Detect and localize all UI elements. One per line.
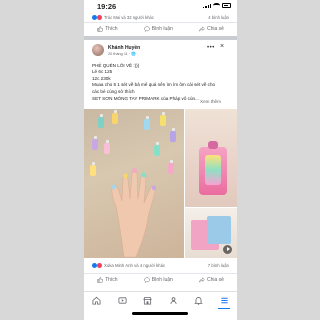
polish-bottle <box>90 162 96 176</box>
share-icon <box>199 26 205 32</box>
phone-screen: 19:26 Trúc Mai và 32 người khác 4 bình l… <box>84 0 237 320</box>
signal-icon <box>203 3 211 8</box>
post-photo-main[interactable] <box>84 109 184 258</box>
comment-button[interactable]: Bình luận <box>143 277 173 283</box>
post-meta: 20 tháng 11 · 🌐 <box>108 52 136 56</box>
nav-home[interactable] <box>90 293 104 307</box>
see-more-link[interactable]: Xem thêm <box>200 99 221 105</box>
post-line: các bé cùng sở thích <box>92 88 135 94</box>
prev-reactions-text: Trúc Mai và 32 người khác <box>104 15 154 20</box>
prev-post-actions: Thích Bình luận Chia sẻ <box>84 22 237 35</box>
polish-bottle <box>92 136 98 150</box>
like-label: Thích <box>105 277 118 283</box>
nav-marketplace[interactable] <box>141 293 155 307</box>
share-label: Chia sẻ <box>206 277 224 283</box>
prev-like-button[interactable]: Thích <box>97 26 118 32</box>
share-icon <box>199 277 205 283</box>
status-time: 19:26 <box>97 2 117 11</box>
battery-icon <box>222 3 231 8</box>
groups-icon <box>170 296 177 304</box>
pack-hook <box>208 141 218 149</box>
polish-bottle <box>104 140 110 154</box>
prev-comment-button[interactable]: Bình luận <box>143 26 173 32</box>
prev-share-button[interactable]: Chia sẻ <box>199 26 224 32</box>
product-card <box>207 216 231 244</box>
wifi-icon <box>213 3 220 8</box>
nav-notifications[interactable] <box>192 293 206 307</box>
comment-icon <box>143 277 150 283</box>
thumbs-up-icon <box>97 26 104 32</box>
post-reactions[interactable]: Xuka Minh Anh và 4 người khác 7 bình luậ… <box>84 259 237 272</box>
love-reaction-icon <box>97 263 102 268</box>
nav-groups[interactable] <box>166 293 180 307</box>
polish-bottle <box>160 112 166 126</box>
menu-icon <box>221 297 228 303</box>
polish-bottle <box>154 142 160 156</box>
product-pack <box>199 141 227 195</box>
post-photo-bottom-right[interactable] <box>185 208 237 258</box>
play-icon[interactable] <box>223 245 232 254</box>
nav-watch[interactable] <box>115 293 129 307</box>
home-icon <box>92 296 101 305</box>
close-icon[interactable]: × <box>220 43 224 50</box>
marketplace-icon <box>143 296 152 305</box>
hand-illustration <box>111 167 156 257</box>
comment-label: Bình luận <box>151 277 173 283</box>
polish-bottle <box>98 114 104 128</box>
love-reaction-icon <box>97 15 102 20</box>
post-body: PHẺ QUÉN LÕI VÊ :))) Lẻ 6c 125 12c 230k … <box>92 63 232 105</box>
thumbs-up-icon <box>97 277 104 283</box>
post-line: Muaa cho 5 1 sét về bả mê quá nên ìm ìm … <box>92 82 216 88</box>
prev-like-label: Thích <box>105 26 118 32</box>
polish-bottle <box>170 128 176 142</box>
watch-icon <box>118 296 127 304</box>
prev-post-reactions[interactable]: Trúc Mai và 32 người khác 4 bình luận <box>84 13 237 22</box>
prev-share-label: Chia sẻ <box>206 26 224 32</box>
comments-count[interactable]: 7 bình luận <box>208 263 229 268</box>
pack-contents <box>205 155 221 185</box>
comment-icon <box>143 26 150 32</box>
post-photo-top-right[interactable] <box>185 109 237 207</box>
like-button[interactable]: Thích <box>97 277 118 283</box>
reactions-text: Xuka Minh Anh và 4 người khác <box>104 263 166 268</box>
prev-reactions-left: Trúc Mai và 32 người khác <box>92 15 154 20</box>
home-indicator <box>132 312 188 315</box>
prev-comments-count[interactable]: 4 bình luận <box>208 15 229 20</box>
post-actions: Thích Bình luận Chia sẻ <box>84 273 237 286</box>
more-options-icon[interactable]: ••• <box>207 45 215 51</box>
post-header: Khánh Huyền 20 tháng 11 · 🌐 ••• × <box>84 40 237 62</box>
polish-bottle <box>112 110 118 124</box>
notifications-icon <box>194 296 204 305</box>
share-button[interactable]: Chia sẻ <box>199 277 224 283</box>
bottom-nav <box>84 291 237 309</box>
nav-menu[interactable] <box>217 293 231 309</box>
status-bar: 19:26 <box>84 0 237 13</box>
polish-bottle <box>168 160 174 174</box>
avatar[interactable] <box>92 44 104 56</box>
polish-bottle <box>144 116 150 130</box>
reactions-left: Xuka Minh Anh và 4 người khác <box>92 263 165 268</box>
status-icons <box>203 3 231 8</box>
prev-comment-label: Bình luận <box>151 26 173 32</box>
